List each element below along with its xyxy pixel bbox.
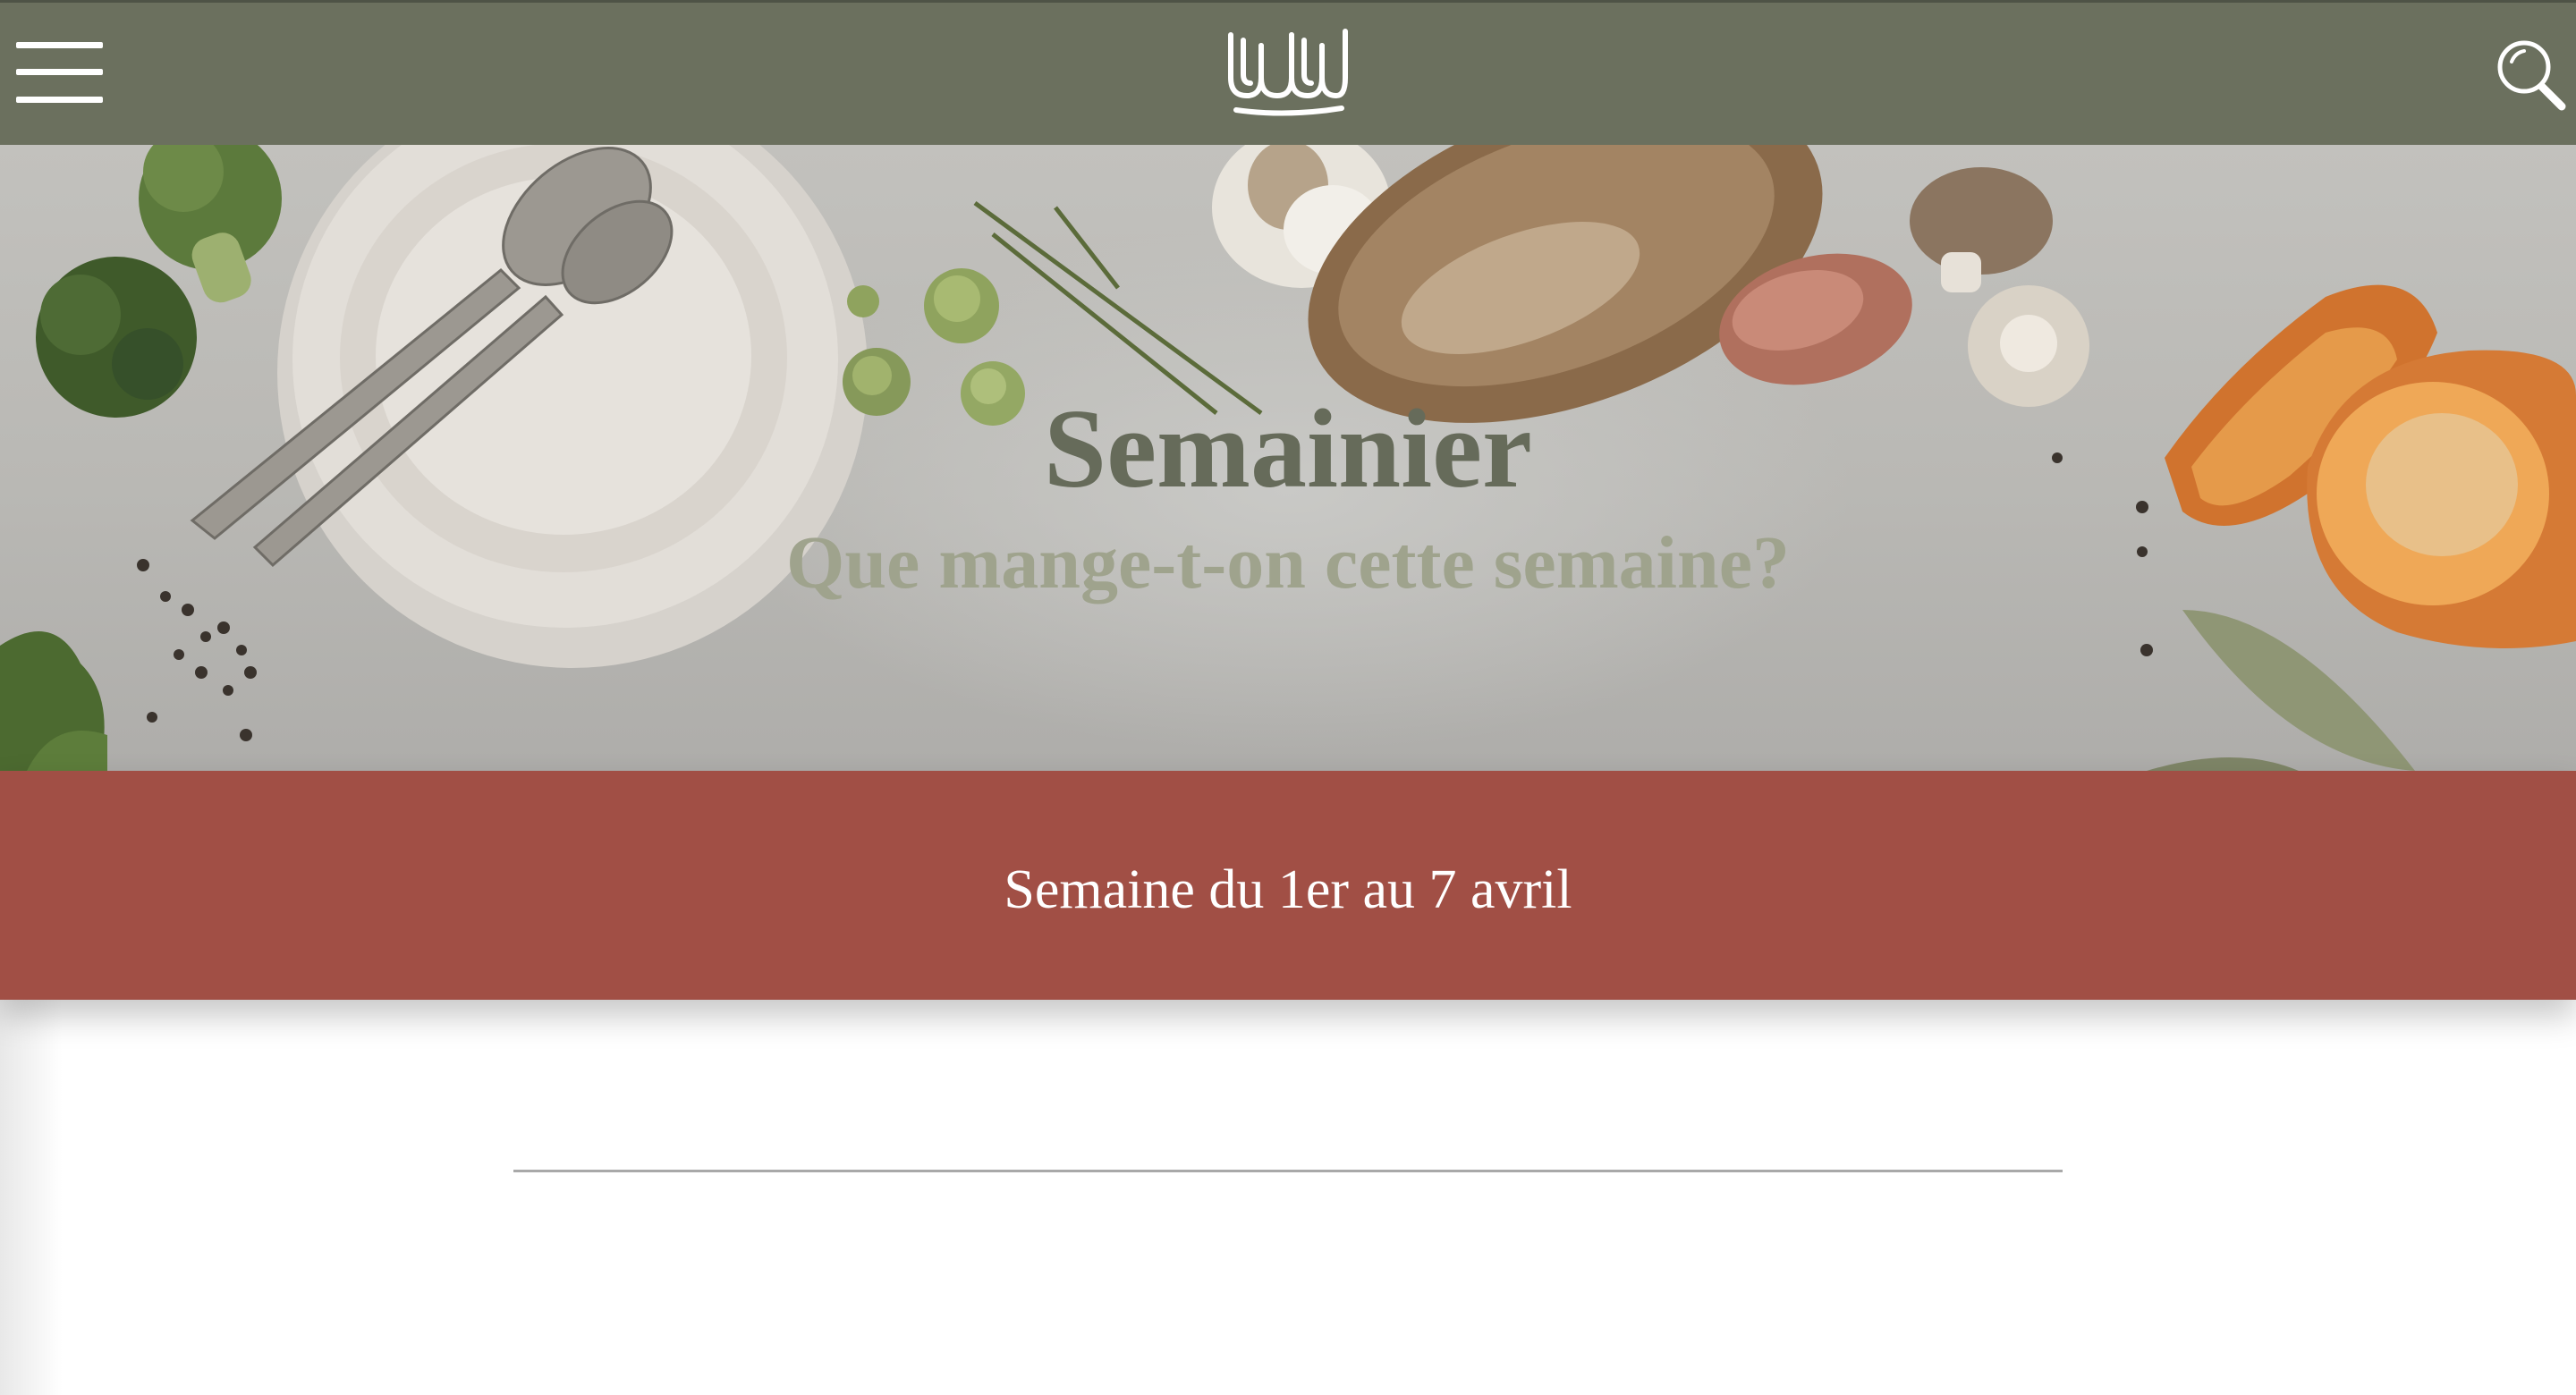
parsley-image (0, 631, 107, 771)
broccoli-image (36, 145, 282, 418)
top-navbar (0, 0, 2576, 145)
page-subtitle: Que mange-t-on cette semaine? (785, 521, 1791, 604)
menu-line (16, 97, 103, 103)
brand-logo-icon[interactable] (1224, 24, 1351, 117)
search-icon[interactable] (2494, 37, 2569, 114)
section-divider (513, 1170, 2063, 1172)
week-banner: Semaine du 1er au 7 avril (0, 771, 2576, 1000)
left-edge-shadow (0, 1000, 63, 1395)
hamburger-menu-icon[interactable] (16, 38, 106, 106)
menu-line (16, 42, 103, 48)
page-title: Semainier (1044, 387, 1532, 512)
menu-line (16, 69, 103, 75)
hero-banner: Semainier Que mange-t-on cette semaine? (0, 145, 2576, 771)
week-range-label: Semaine du 1er au 7 avril (1004, 858, 1572, 920)
mushrooms-image (1910, 167, 2089, 407)
bay-leaf-image (2147, 610, 2415, 771)
